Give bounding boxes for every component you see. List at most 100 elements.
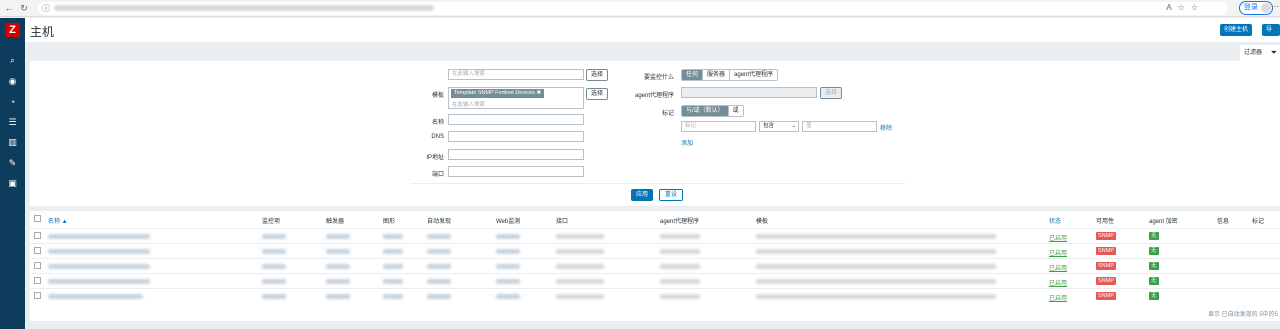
- services-clock-icon[interactable]: ◔: [7, 97, 18, 108]
- status-link[interactable]: 已启用: [1049, 278, 1067, 287]
- remove-tag-link[interactable]: 移除: [880, 123, 892, 132]
- site-info-icon[interactable]: ⓘ: [42, 3, 50, 14]
- address-bar[interactable]: ⓘ A ☆ ☆: [38, 2, 1228, 15]
- host-name-link[interactable]: [48, 279, 150, 284]
- reset-button[interactable]: 重设: [659, 189, 684, 201]
- favorites-icon[interactable]: ☆: [1191, 3, 1198, 12]
- triggers-link[interactable]: [326, 279, 350, 284]
- create-host-button[interactable]: 创建主机: [1220, 24, 1253, 36]
- table-row: 已启用 SNMP 无: [30, 258, 1280, 273]
- table-row: 已启用 SNMP 无: [30, 228, 1280, 243]
- ip-input[interactable]: [448, 149, 584, 160]
- web-link[interactable]: [496, 294, 520, 299]
- graphs-link[interactable]: [383, 249, 403, 254]
- column-status[interactable]: 状态: [1049, 216, 1061, 225]
- login-button[interactable]: 登录: [1239, 1, 1273, 15]
- row-checkbox[interactable]: [34, 277, 41, 284]
- url-text: [54, 5, 434, 11]
- data-collection-wrench-icon[interactable]: ✎: [7, 158, 18, 169]
- row-checkbox[interactable]: [34, 232, 41, 239]
- filter-tab-bar: 过滤器 ⏷: [25, 42, 1280, 61]
- reports-chart-icon[interactable]: ▥: [7, 137, 18, 148]
- port-input[interactable]: [448, 166, 584, 177]
- alerts-icon[interactable]: ▣: [7, 178, 18, 189]
- filter-tab[interactable]: 过滤器 ⏷: [1240, 45, 1280, 61]
- tag-operator-select[interactable]: 包含 ⌄: [759, 121, 799, 132]
- monitored-by-proxy[interactable]: agent代理程序: [730, 70, 778, 80]
- reload-icon[interactable]: ↻: [18, 2, 30, 14]
- proxy-select-button[interactable]: 选择: [820, 87, 843, 99]
- graphs-link[interactable]: [383, 234, 403, 239]
- hosts-table: 名称 ▲ 监控项 触发器 图形 自动发现 Web监测 接口 agent代理程序 …: [30, 211, 1280, 321]
- inventory-list-icon[interactable]: ☰: [7, 117, 18, 128]
- templates-select-button[interactable]: 选择: [586, 88, 609, 100]
- host-groups-input[interactable]: 在此输入搜索: [448, 69, 584, 80]
- triggers-link[interactable]: [326, 264, 350, 269]
- host-name-link[interactable]: [48, 249, 150, 254]
- back-icon[interactable]: ←: [3, 2, 15, 14]
- search-icon[interactable]: ⌕: [7, 55, 18, 66]
- encryption-badge: 无: [1149, 262, 1159, 270]
- discovery-link[interactable]: [427, 249, 451, 254]
- web-link[interactable]: [496, 264, 520, 269]
- web-link[interactable]: [496, 249, 520, 254]
- proxy-text: [660, 294, 700, 299]
- favorite-star-icon[interactable]: ☆: [1178, 3, 1185, 12]
- zabbix-logo[interactable]: Z: [5, 23, 20, 37]
- column-encryption: agent 加密: [1149, 219, 1178, 225]
- snmp-badge: SNMP: [1096, 247, 1116, 255]
- tag-value-input[interactable]: 值: [802, 121, 877, 132]
- column-name[interactable]: 名称 ▲: [48, 216, 68, 225]
- discovery-link[interactable]: [427, 279, 451, 284]
- monitored-by-server[interactable]: 服务器: [703, 70, 731, 80]
- more-menu-icon[interactable]: ⋯: [1271, 2, 1279, 11]
- tag-name-input[interactable]: 标记: [681, 121, 756, 132]
- host-name-link[interactable]: [48, 294, 143, 299]
- triggers-link[interactable]: [326, 249, 350, 254]
- graphs-link[interactable]: [383, 279, 403, 284]
- graphs-link[interactable]: [383, 294, 403, 299]
- add-tag-link[interactable]: 添加: [681, 138, 693, 147]
- interface-text: [556, 249, 604, 254]
- remove-tag-icon[interactable]: ✖: [536, 90, 541, 96]
- row-checkbox[interactable]: [34, 262, 41, 269]
- column-templates: 模板: [756, 219, 769, 225]
- template-tag: Template SNMP Fortinet Devices ✖: [451, 89, 545, 98]
- dns-input[interactable]: [448, 131, 584, 142]
- tags-mode-or[interactable]: 或: [728, 106, 743, 116]
- items-link[interactable]: [262, 294, 286, 299]
- row-checkbox[interactable]: [34, 292, 41, 299]
- templates-text: [756, 249, 996, 254]
- host-name-link[interactable]: [48, 234, 150, 239]
- items-link[interactable]: [262, 279, 286, 284]
- web-link[interactable]: [496, 234, 520, 239]
- status-link[interactable]: 已启用: [1049, 293, 1067, 302]
- monitored-by-any[interactable]: 任何: [682, 70, 704, 80]
- proxy-input[interactable]: [681, 87, 817, 98]
- apply-button[interactable]: 应用: [631, 189, 654, 201]
- import-button[interactable]: 导入: [1262, 24, 1280, 45]
- discovery-link[interactable]: [427, 294, 451, 299]
- table-row: 已启用 SNMP 无: [30, 288, 1280, 303]
- items-link[interactable]: [262, 234, 286, 239]
- row-checkbox[interactable]: [34, 247, 41, 254]
- discovery-link[interactable]: [427, 234, 451, 239]
- host-name-link[interactable]: [48, 264, 150, 269]
- status-link[interactable]: 已启用: [1049, 263, 1067, 272]
- discovery-link[interactable]: [427, 264, 451, 269]
- status-link[interactable]: 已启用: [1049, 233, 1067, 242]
- triggers-link[interactable]: [326, 234, 350, 239]
- triggers-link[interactable]: [326, 294, 350, 299]
- items-link[interactable]: [262, 249, 286, 254]
- tags-label: 标记: [661, 111, 674, 117]
- tags-mode-and-or[interactable]: 与/或（默认）: [682, 106, 729, 116]
- read-aloud-icon[interactable]: A: [1166, 3, 1171, 12]
- monitoring-eye-icon[interactable]: ◉: [7, 76, 18, 87]
- status-link[interactable]: 已启用: [1049, 248, 1067, 257]
- items-link[interactable]: [262, 264, 286, 269]
- graphs-link[interactable]: [383, 264, 403, 269]
- name-input[interactable]: [448, 114, 584, 125]
- host-groups-select-button[interactable]: 选择: [586, 69, 609, 81]
- web-link[interactable]: [496, 279, 520, 284]
- select-all-checkbox[interactable]: [34, 215, 41, 222]
